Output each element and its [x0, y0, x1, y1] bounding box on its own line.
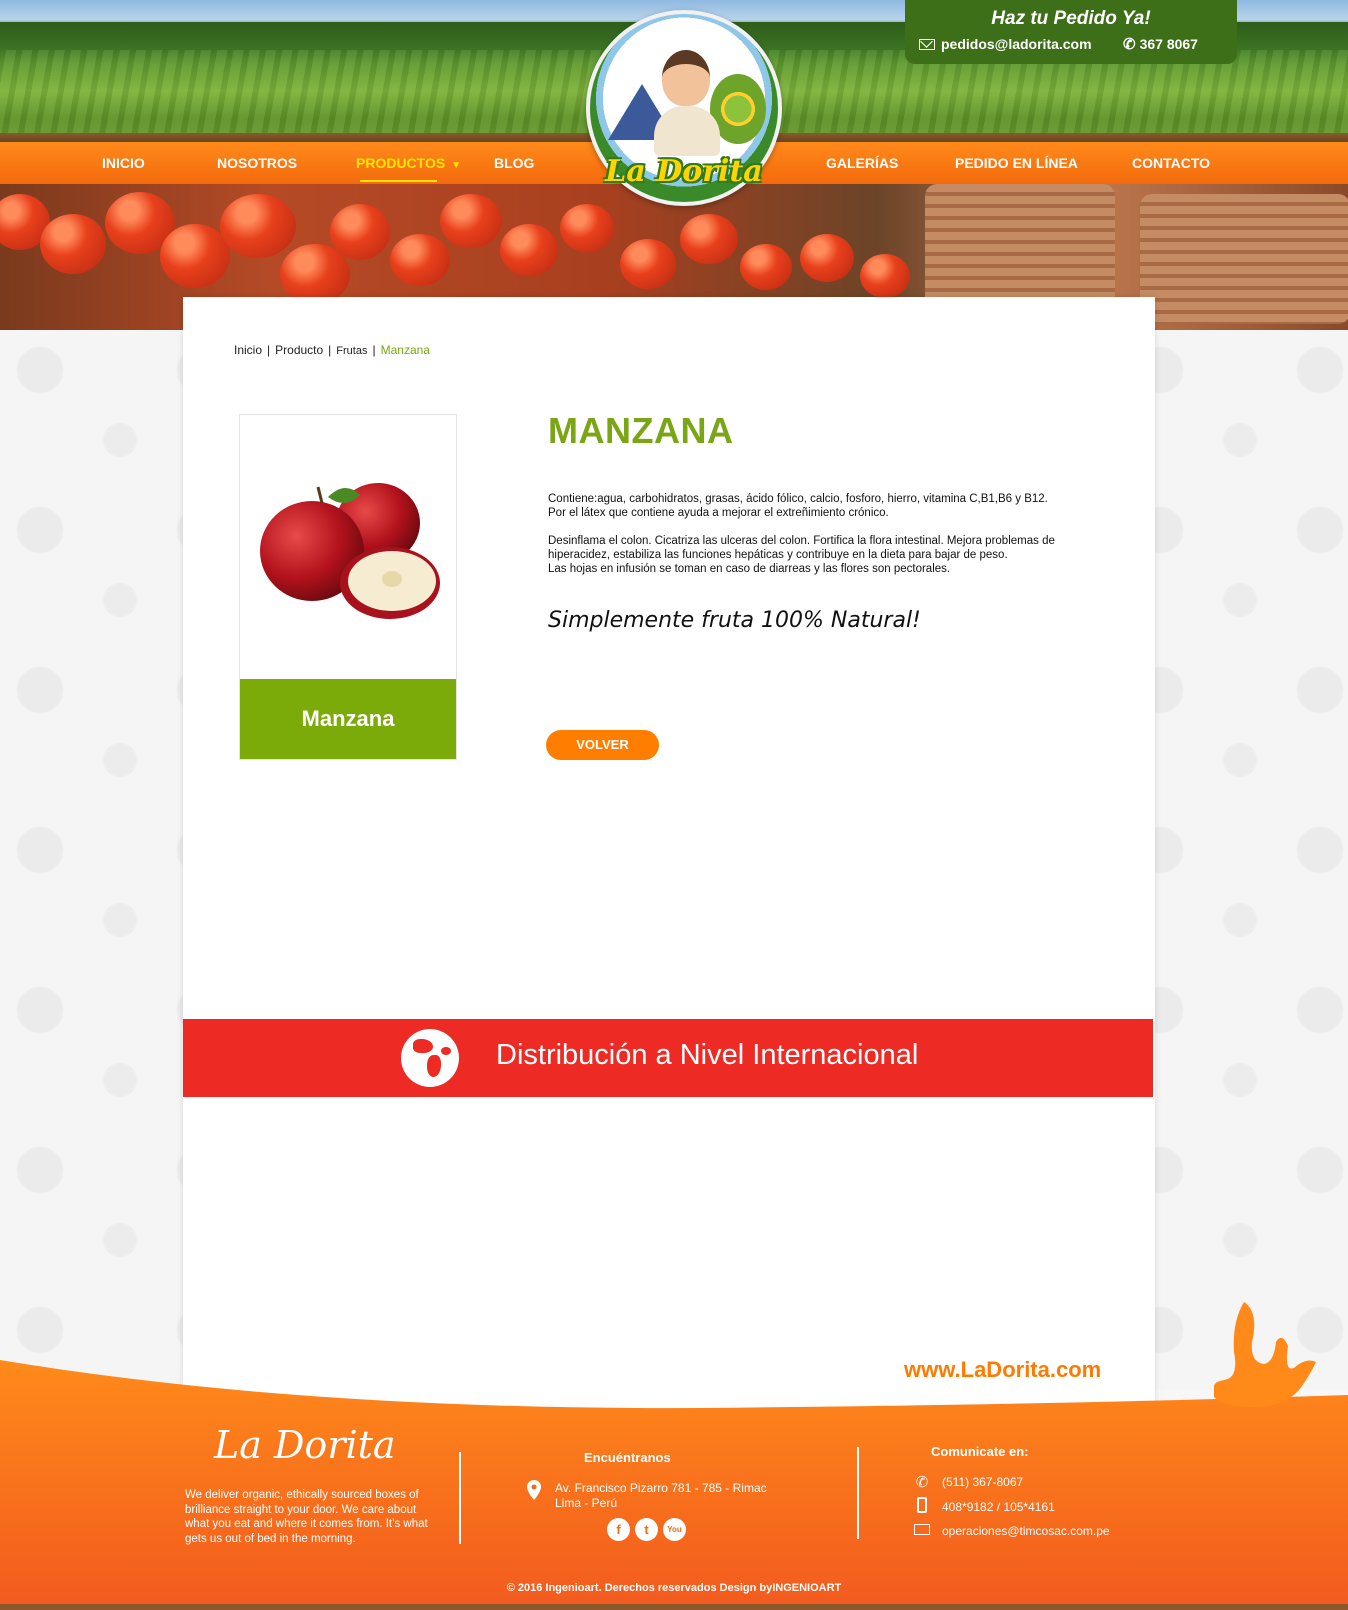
product-tagline: Simplemente fruta 100% Natural!: [548, 608, 921, 633]
footer-divider: [857, 1447, 859, 1539]
footer-divider: [459, 1452, 461, 1544]
nav-inicio[interactable]: INICIO: [102, 142, 145, 184]
order-phone-text: 367 8067: [1139, 36, 1198, 52]
location-pin-icon: [527, 1480, 541, 1500]
footer-wood-strip: [0, 1604, 1348, 1610]
nav-galerias[interactable]: GALERÍAS: [826, 142, 898, 184]
desc-paragraph-1: Contiene:agua, carbohidratos, grasas, ác…: [548, 493, 1048, 505]
site-url[interactable]: www.LaDorita.com: [904, 1357, 1101, 1383]
nav-blog[interactable]: BLOG: [494, 142, 534, 184]
product-description: Contiene:agua, carbohidratos, grasas, ác…: [548, 492, 1108, 590]
logo-text: La Dorita: [605, 154, 763, 189]
footer-mobile[interactable]: 408*9182 / 105*4161: [912, 1497, 1055, 1517]
order-title: Haz tu Pedido Ya!: [991, 8, 1151, 29]
la-dorita-logo[interactable]: La Dorita: [586, 10, 782, 206]
address-line-2: Lima - Perú: [555, 1496, 618, 1510]
breadcrumb-frutas[interactable]: Frutas: [336, 345, 367, 357]
phone-icon: ✆: [915, 1474, 929, 1491]
footer-phone-text: (511) 367-8067: [942, 1475, 1024, 1489]
distribution-text: Distribución a Nivel Internacional: [496, 1039, 919, 1071]
footer-email-text: operaciones@timcosac.com.pe: [942, 1523, 1110, 1538]
product-card-label: Manzana: [240, 679, 456, 759]
footer-brand: La Dorita: [214, 1423, 396, 1467]
order-email-text: pedidos@ladorita.com: [941, 36, 1092, 52]
desc-paragraph-4: Las hojas en infusión se toman en caso d…: [548, 563, 951, 575]
nav-active-underline: [360, 180, 438, 182]
footer-contact-title: Comunicate en:: [931, 1444, 1029, 1459]
breadcrumb-current: Manzana: [380, 343, 430, 357]
nav-pedido-en-linea[interactable]: PEDIDO EN LÍNEA: [955, 142, 1078, 184]
breadcrumb: Inicio | Producto | Frutas | Manzana: [234, 343, 430, 357]
nav-nosotros[interactable]: NOSOTROS: [217, 142, 297, 184]
order-phone[interactable]: ✆ 367 8067: [1123, 35, 1198, 53]
distribution-banner: Distribución a Nivel Internacional: [183, 1019, 1153, 1097]
product-title: MANZANA: [548, 410, 734, 451]
desc-paragraph-3: Desinflama el colon. Cicatriza las ulcer…: [548, 535, 1055, 561]
volver-button[interactable]: VOLVER: [546, 730, 659, 760]
mobile-phone-icon: [912, 1497, 932, 1517]
facebook-icon[interactable]: f: [607, 1518, 630, 1541]
footer-email[interactable]: operaciones@timcosac.com.pe: [912, 1522, 1110, 1539]
footer-find-title: Encuéntranos: [584, 1450, 671, 1465]
caret-down-icon: ▼: [451, 160, 462, 171]
apple-image: [260, 483, 440, 619]
product-card: Manzana: [239, 414, 457, 760]
mail-icon: [919, 38, 935, 50]
twitter-icon[interactable]: t: [635, 1518, 658, 1541]
orange-splash-decoration: [1214, 1302, 1316, 1407]
nav-contacto[interactable]: CONTACTO: [1132, 142, 1210, 184]
nav-productos-label: PRODUCTOS: [356, 155, 446, 171]
order-email[interactable]: pedidos@ladorita.com: [919, 36, 1092, 52]
breadcrumb-producto[interactable]: Producto: [275, 343, 323, 357]
youtube-icon[interactable]: You: [663, 1518, 686, 1541]
footer-about: We deliver organic, ethically sourced bo…: [185, 1489, 428, 1545]
footer-mobile-text: 408*9182 / 105*4161: [942, 1500, 1055, 1514]
breadcrumb-inicio[interactable]: Inicio: [234, 343, 262, 357]
address-line-1: Av. Francisco Pizarro 781 - 785 - Rimac: [555, 1481, 767, 1495]
copyright: © 2016 Ingenioart. Derechos reservados D…: [506, 1582, 842, 1594]
globe-icon: [401, 1029, 459, 1087]
mail-icon: [912, 1522, 932, 1539]
footer-phone[interactable]: ✆ (511) 367-8067: [912, 1473, 1023, 1491]
phone-icon: ✆: [1123, 36, 1136, 53]
footer-address: Av. Francisco Pizarro 781 - 785 - Rimac …: [555, 1481, 795, 1511]
social-links: f t You: [607, 1518, 686, 1541]
order-box: Haz tu Pedido Ya! pedidos@ladorita.com ✆…: [905, 0, 1237, 64]
nav-productos[interactable]: PRODUCTOS ▼: [356, 142, 461, 184]
desc-paragraph-2: Por el látex que contiene ayuda a mejora…: [548, 507, 889, 519]
